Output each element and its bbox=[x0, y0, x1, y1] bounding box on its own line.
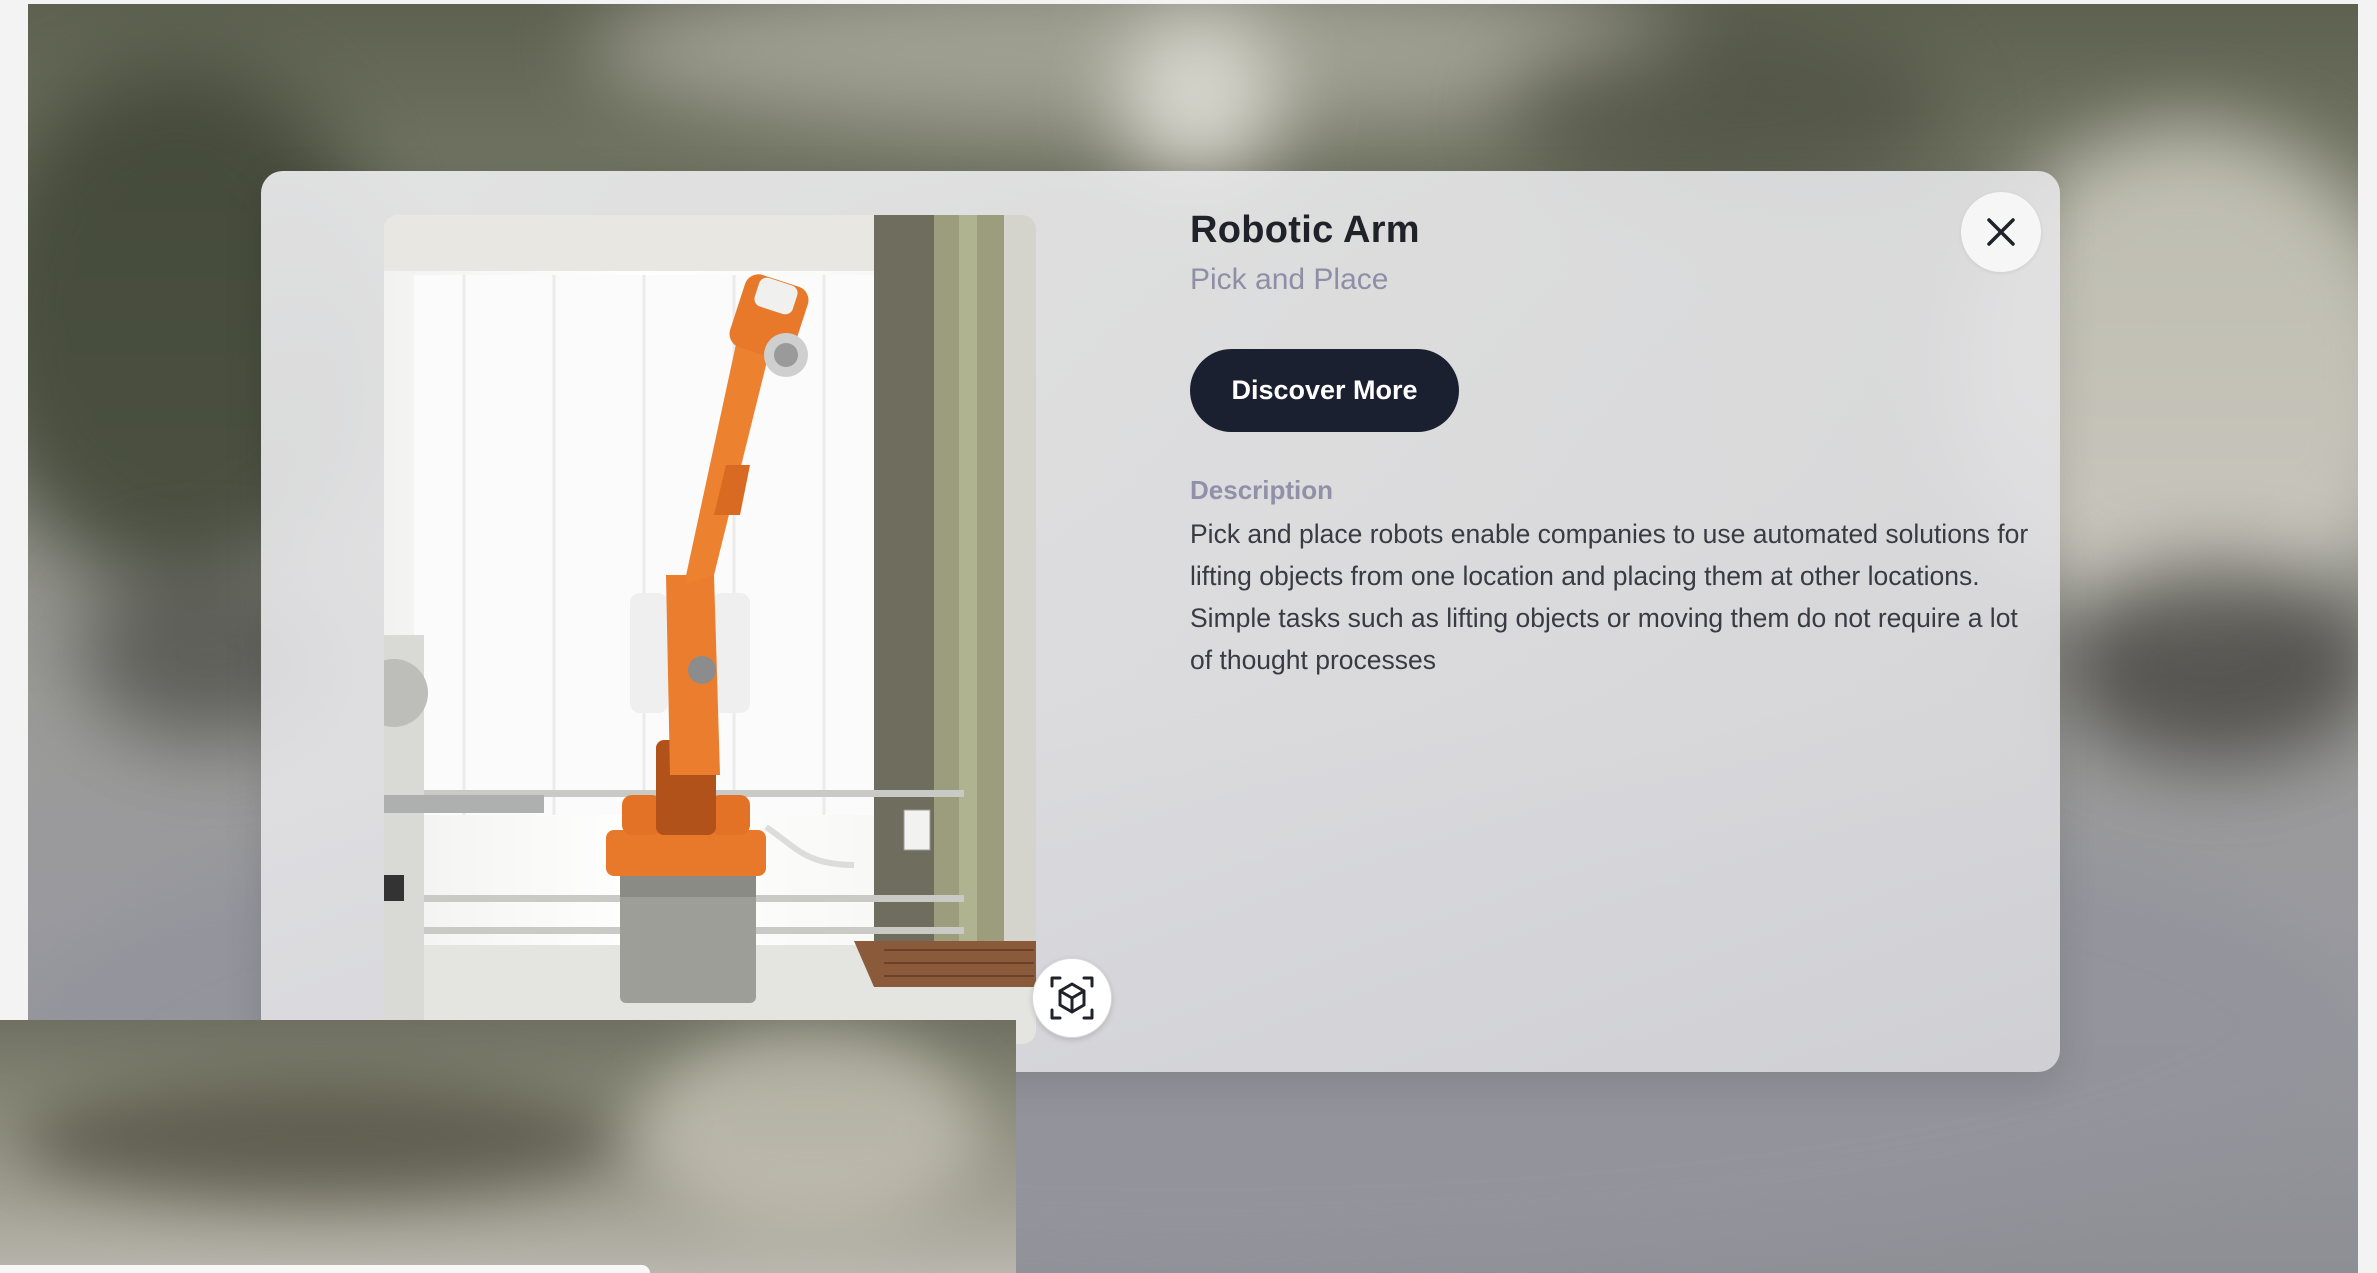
description-label: Description bbox=[1190, 475, 1334, 505]
app-stage: Robotic Arm Pick and Place Discover More… bbox=[0, 0, 2377, 1273]
product-detail-modal: Robotic Arm Pick and Place Discover More… bbox=[261, 171, 2060, 1072]
product-subtitle: Pick and Place bbox=[1190, 263, 1389, 296]
inset-bottom-strip bbox=[0, 1265, 650, 1273]
close-button[interactable] bbox=[1961, 192, 2041, 272]
product-image bbox=[384, 215, 1036, 1044]
ar-cube-icon bbox=[1050, 976, 1094, 1020]
product-title: Robotic Arm bbox=[1190, 209, 1420, 251]
robotic-arm-image bbox=[384, 215, 1036, 1044]
discover-more-button[interactable]: Discover More bbox=[1190, 349, 1459, 432]
background-inset-panel bbox=[0, 1020, 1016, 1273]
close-icon bbox=[1987, 218, 2015, 246]
ar-view-button[interactable] bbox=[1032, 958, 1112, 1038]
description-text: Pick and place robots enable companies t… bbox=[1190, 519, 2029, 675]
